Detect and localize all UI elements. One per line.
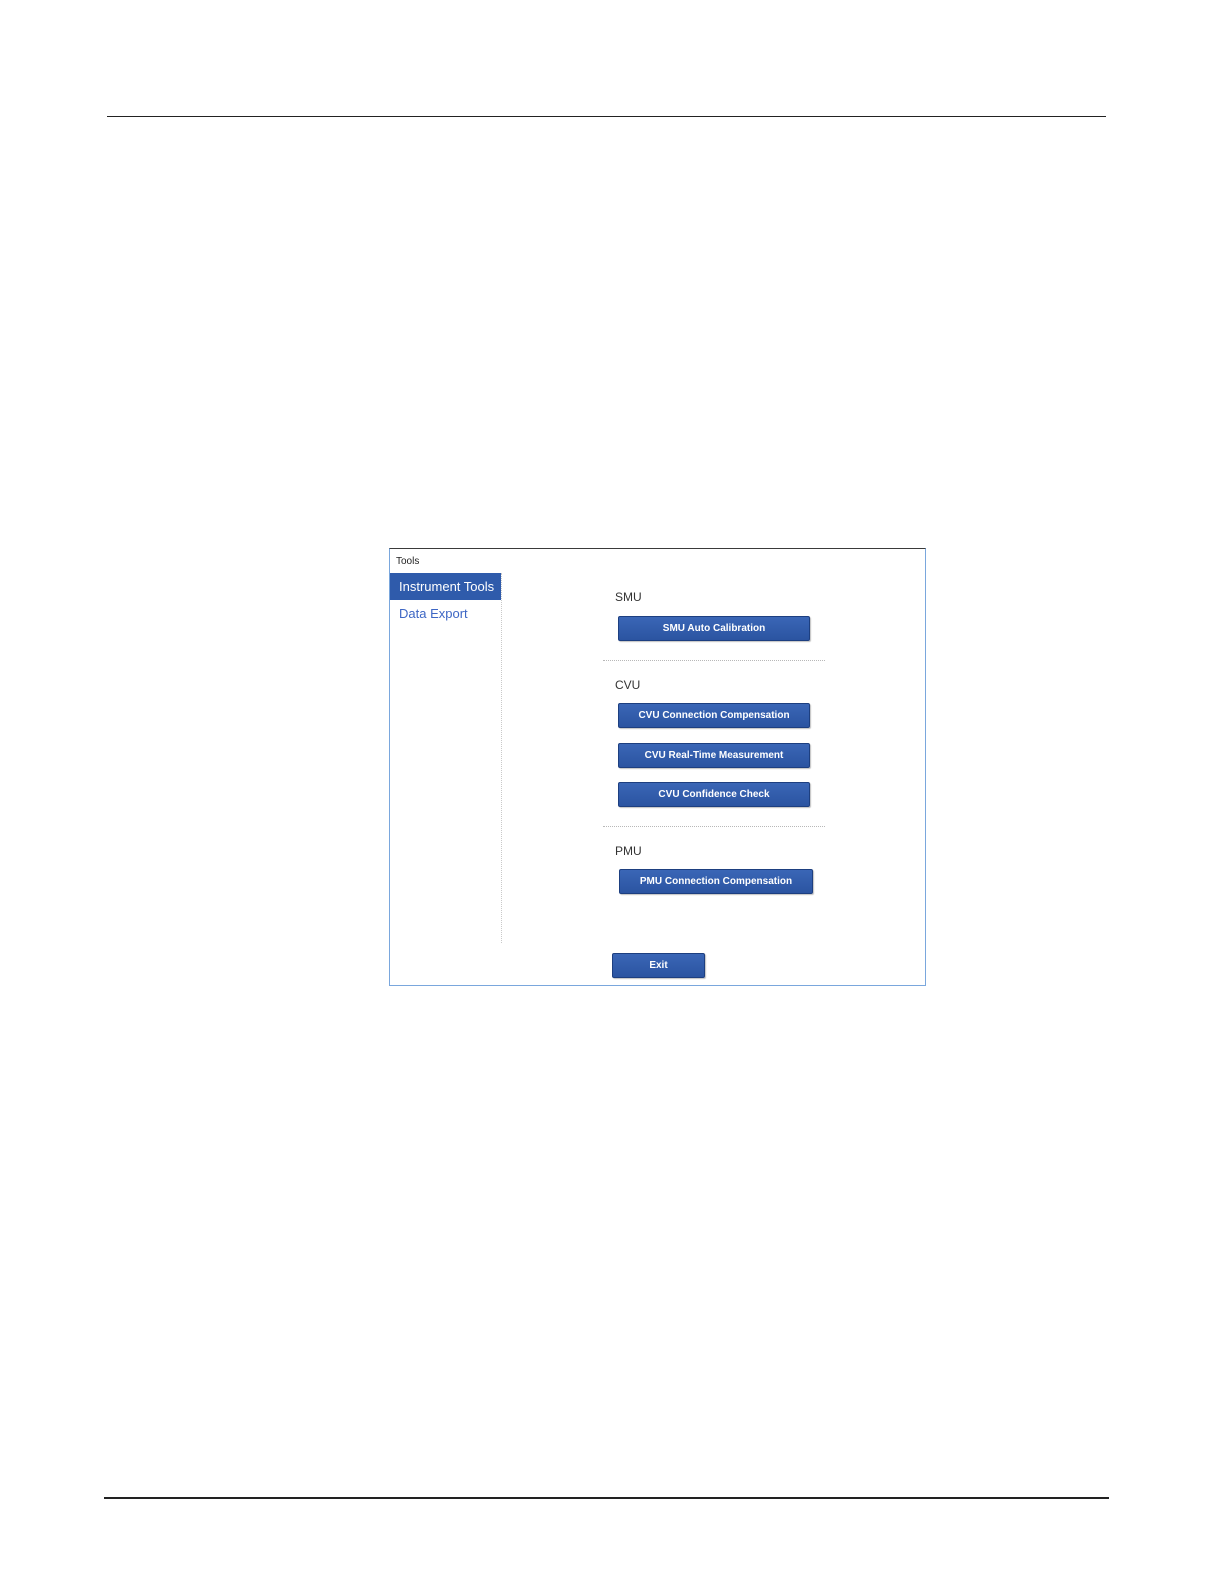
section-label-smu: SMU	[615, 590, 642, 604]
page-footer-rule	[104, 1497, 1109, 1499]
section-divider	[603, 660, 825, 661]
tools-window: Tools Instrument Tools Data Export SMU S…	[389, 548, 926, 986]
cvu-real-time-measurement-button[interactable]: CVU Real-Time Measurement	[618, 743, 810, 768]
cvu-connection-compensation-button[interactable]: CVU Connection Compensation	[618, 703, 810, 728]
sidebar-item-data-export[interactable]: Data Export	[390, 600, 501, 627]
cvu-confidence-check-button[interactable]: CVU Confidence Check	[618, 782, 810, 807]
sidebar: Instrument Tools Data Export	[390, 573, 502, 943]
section-label-pmu: PMU	[615, 844, 642, 858]
section-divider	[603, 826, 825, 827]
sidebar-item-instrument-tools[interactable]: Instrument Tools	[390, 573, 501, 600]
exit-button[interactable]: Exit	[612, 953, 705, 978]
pmu-connection-compensation-button[interactable]: PMU Connection Compensation	[619, 869, 813, 894]
section-label-cvu: CVU	[615, 678, 641, 692]
window-title: Tools	[396, 556, 420, 567]
smu-auto-calibration-button[interactable]: SMU Auto Calibration	[618, 616, 810, 641]
page-header-rule	[107, 116, 1106, 117]
